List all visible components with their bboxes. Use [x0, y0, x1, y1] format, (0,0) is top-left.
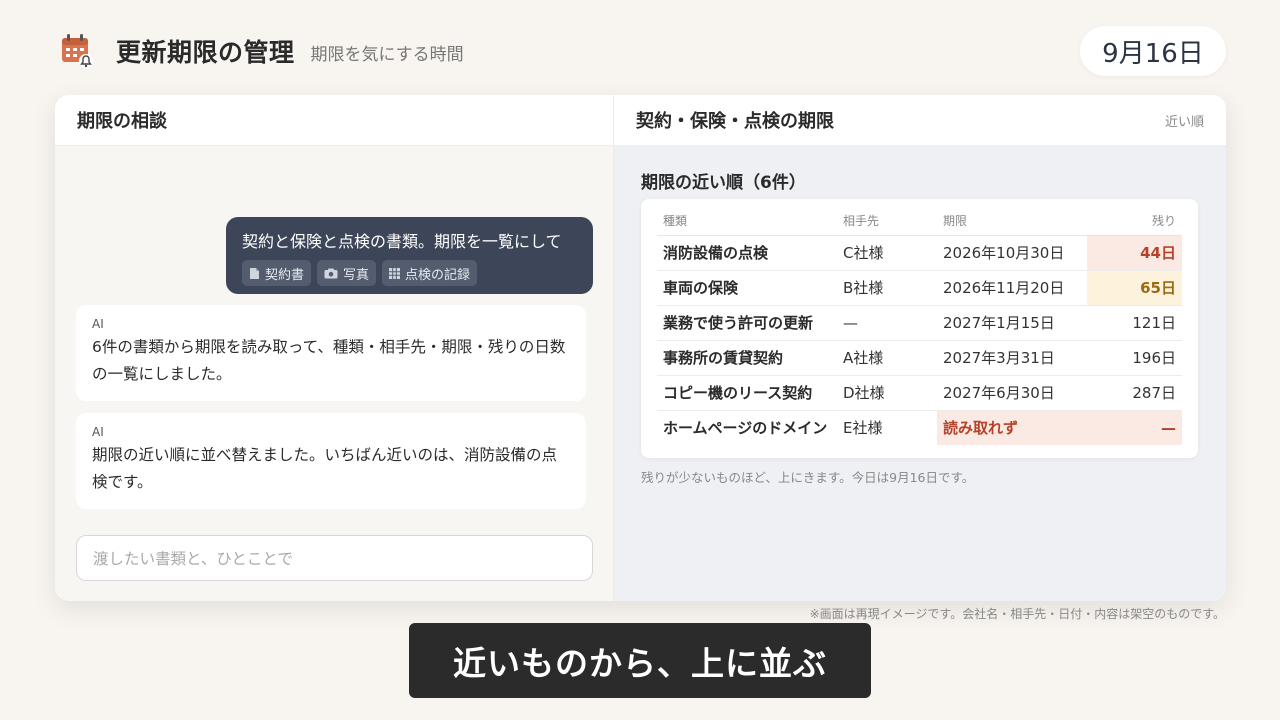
- table-row[interactable]: 業務で使う許可の更新 — 2027年1月15日 121日: [657, 305, 1182, 341]
- deadlines-table: 種類 相手先 期限 残り 消防設備の点検 C社様 2026年10月30日 44日…: [657, 207, 1182, 445]
- sort-note: 残りが少ないものほど、上にきます。今日は9月16日です。: [641, 470, 975, 485]
- ai-message-text: 期限の近い順に並べ替えました。いちばん近いのは、消防設備の点検です。: [92, 446, 558, 491]
- row-party: —: [837, 305, 937, 341]
- ai-message-card: AI 6件の書類から期限を読み取って、種類・相手先・期限・残りの日数の一覧にしま…: [76, 305, 586, 401]
- chat-panel: 期限の相談 契約と保険と点検の書類。期限を一覧にして 契約書 写真 点検の記録: [55, 95, 614, 601]
- row-party: C社様: [837, 235, 937, 271]
- sort-order-label[interactable]: 近い順: [1165, 111, 1204, 130]
- column-header-deadline: 期限: [937, 207, 1087, 236]
- row-remaining: 44日: [1087, 235, 1182, 271]
- column-header-remaining: 残り: [1087, 207, 1182, 236]
- row-party: A社様: [837, 340, 937, 376]
- attachment-label: 契約書: [265, 267, 305, 283]
- deadlines-table-card: 種類 相手先 期限 残り 消防設備の点検 C社様 2026年10月30日 44日…: [641, 199, 1198, 458]
- message-input[interactable]: 渡したい書類と、ひとことで: [76, 535, 593, 581]
- row-deadline: 2026年10月30日: [937, 235, 1087, 271]
- grid-icon: [389, 267, 401, 279]
- row-type: 消防設備の点検: [657, 235, 837, 271]
- row-type: コピー機のリース契約: [657, 375, 837, 411]
- row-deadline: 2026年11月20日: [937, 270, 1087, 306]
- table-header-row: 種類 相手先 期限 残り: [657, 207, 1182, 236]
- row-remaining: 121日: [1087, 305, 1182, 341]
- app-subtitle: 期限を気にする時間: [310, 44, 464, 65]
- row-type: ホームページのドメイン: [663, 419, 828, 438]
- row-deadline: 2027年3月31日: [937, 340, 1087, 376]
- row-remaining: —: [1087, 410, 1182, 445]
- table-row[interactable]: ホームページのドメイン E社様 読み取れず —: [657, 410, 1182, 445]
- table-row[interactable]: 事務所の賃貸契約 A社様 2027年3月31日 196日: [657, 340, 1182, 376]
- main-card: 期限の相談 契約と保険と点検の書類。期限を一覧にして 契約書 写真 点検の記録: [55, 95, 1226, 601]
- ai-message-text: 6件の書類から期限を読み取って、種類・相手先・期限・残りの日数の一覧にしました。: [92, 338, 566, 383]
- row-remaining: 287日: [1087, 375, 1182, 411]
- ai-label: AI: [92, 425, 104, 439]
- table-row[interactable]: 車両の保険 B社様 2026年11月20日 65日: [657, 270, 1182, 306]
- table-row[interactable]: コピー機のリース契約 D社様 2027年6月30日 287日: [657, 375, 1182, 411]
- deadlines-panel-title: 契約・保険・点検の期限: [636, 111, 834, 132]
- row-remaining: 65日: [1087, 270, 1182, 306]
- chat-panel-header: 期限の相談: [55, 95, 613, 146]
- chat-panel-title: 期限の相談: [77, 111, 167, 132]
- row-type: 車両の保険: [657, 270, 837, 306]
- document-icon: [250, 267, 259, 279]
- row-deadline-unreadable: 読み取れず: [937, 410, 1087, 445]
- today-date-badge: 9月16日: [1080, 26, 1226, 76]
- row-party: B社様: [837, 270, 937, 306]
- attachment-chip-photo[interactable]: 写真: [317, 260, 377, 286]
- user-message-bubble: 契約と保険と点検の書類。期限を一覧にして 契約書 写真 点検の記録: [226, 217, 593, 294]
- list-title: 期限の近い順（6件）: [641, 173, 806, 193]
- row-party: D社様: [837, 375, 937, 411]
- calendar-bell-icon: [62, 34, 93, 68]
- row-type: 業務で使う許可の更新: [657, 305, 837, 341]
- deadlines-panel: 契約・保険・点検の期限 近い順 期限の近い順（6件） 種類 相手先 期限 残り: [614, 95, 1226, 601]
- ai-label: AI: [92, 317, 104, 331]
- app-title: 更新期限の管理: [116, 38, 295, 67]
- ai-message-card: AI 期限の近い順に並べ替えました。いちばん近いのは、消防設備の点検です。: [76, 413, 586, 509]
- row-party: E社様: [843, 419, 883, 438]
- row-deadline: 2027年6月30日: [937, 375, 1087, 411]
- video-caption: 近いものから、上に並ぶ: [409, 623, 871, 698]
- column-header-party: 相手先: [837, 207, 937, 236]
- attachment-list: 契約書 写真 点検の記録: [242, 260, 577, 286]
- row-type: 事務所の賃貸契約: [657, 340, 837, 376]
- column-header-type: 種類: [657, 207, 837, 236]
- deadlines-panel-header: 契約・保険・点検の期限 近い順: [614, 95, 1226, 146]
- disclaimer-text: ※画面は再現イメージです。会社名・相手先・日付・内容は架空のものです。: [809, 607, 1225, 621]
- attachment-chip-inspection-record[interactable]: 点検の記録: [382, 260, 478, 286]
- attachment-chip-contract[interactable]: 契約書: [242, 260, 312, 286]
- user-message-text: 契約と保険と点検の書類。期限を一覧にして: [242, 232, 562, 251]
- app-header: 更新期限の管理 期限を気にする時間: [60, 30, 464, 72]
- row-remaining: 196日: [1087, 340, 1182, 376]
- attachment-label: 写真: [343, 267, 370, 283]
- row-deadline: 2027年1月15日: [937, 305, 1087, 341]
- camera-icon: [324, 268, 338, 278]
- table-row[interactable]: 消防設備の点検 C社様 2026年10月30日 44日: [657, 235, 1182, 271]
- attachment-label: 点検の記録: [405, 267, 471, 283]
